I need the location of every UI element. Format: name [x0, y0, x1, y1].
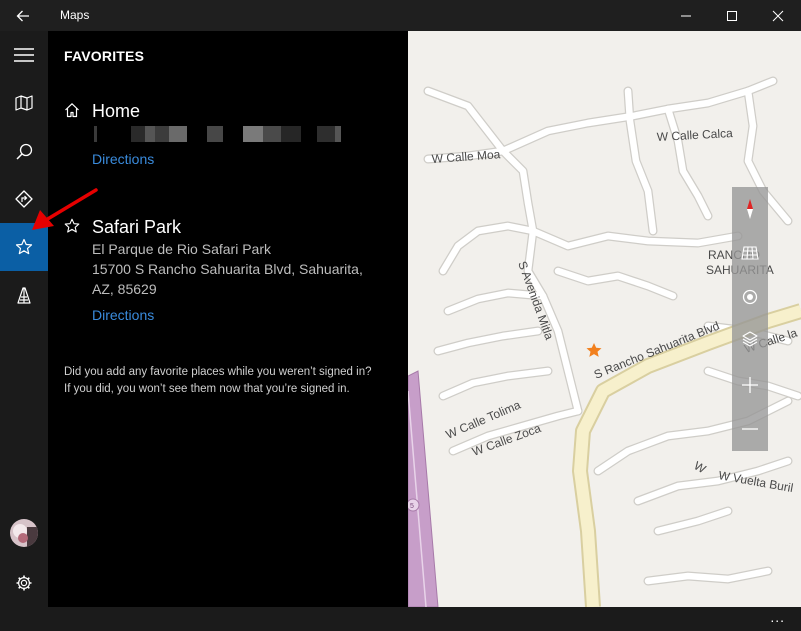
- settings-gear-icon: [16, 575, 32, 591]
- street-label: W Calle Moa: [431, 147, 501, 166]
- street-label: S Rancho Sahuarita Blvd: [592, 319, 722, 382]
- title-bar: Maps: [0, 0, 801, 31]
- settings-button[interactable]: [0, 559, 48, 607]
- route-shield-label: 5: [410, 503, 414, 510]
- account-avatar-button[interactable]: [0, 509, 48, 557]
- safari-park-directions-link[interactable]: Directions: [92, 307, 154, 323]
- street-label: W Vuelta Buril: [717, 468, 794, 495]
- redacted-home-address: [92, 126, 368, 142]
- more-options-button[interactable]: ...: [770, 609, 785, 625]
- nav-map[interactable]: [0, 79, 48, 127]
- close-icon: [772, 10, 784, 21]
- note-line: Did you add any favorite places while yo…: [64, 366, 372, 378]
- zoom-in-button[interactable]: [732, 365, 768, 405]
- tilt-grid-icon: [741, 246, 759, 260]
- back-button[interactable]: [0, 0, 46, 31]
- location-target-icon: [742, 289, 758, 305]
- favorite-name-home[interactable]: Home: [92, 101, 140, 122]
- show-my-location-button[interactable]: [732, 277, 768, 317]
- search-icon: [15, 143, 32, 160]
- plus-icon: [742, 377, 758, 393]
- nav-search[interactable]: [0, 127, 48, 175]
- close-button[interactable]: [755, 0, 801, 31]
- street-label: S Avenida Mitla: [515, 259, 556, 342]
- avatar: [10, 519, 38, 547]
- maximize-button[interactable]: [709, 0, 755, 31]
- 3d-cities-icon: [17, 287, 31, 304]
- hamburger-menu-button[interactable]: [0, 31, 48, 79]
- map-views-button[interactable]: [732, 319, 768, 359]
- maximize-icon: [727, 10, 737, 21]
- minimize-icon: [681, 15, 691, 16]
- map-icon: [15, 95, 33, 111]
- map-toolbar: [732, 187, 768, 451]
- street-label: W: [692, 458, 709, 476]
- zoom-out-button[interactable]: [732, 409, 768, 449]
- favorite-address-line: AZ, 85629: [92, 281, 157, 297]
- window-title: Maps: [60, 8, 90, 22]
- compass-button[interactable]: [732, 189, 768, 229]
- minimize-button[interactable]: [663, 0, 709, 31]
- favorite-address-line: El Parque de Rio Safari Park: [92, 241, 271, 257]
- note-line: If you did, you won’t see them now that …: [64, 383, 350, 395]
- nav-3d-cities[interactable]: [0, 271, 48, 319]
- favorites-star-icon: [15, 238, 33, 255]
- layers-icon: [742, 331, 758, 347]
- nav-rail: [0, 31, 48, 607]
- favorite-address-line: 15700 S Rancho Sahuarita Blvd, Sahuarita…: [92, 261, 363, 277]
- hamburger-menu-icon: [14, 48, 34, 62]
- back-arrow-icon: [16, 10, 29, 21]
- favorite-name-safari-park[interactable]: Safari Park: [92, 217, 181, 238]
- home-directions-link[interactable]: Directions: [92, 151, 154, 167]
- tilt-button[interactable]: [732, 233, 768, 273]
- home-icon: [65, 103, 79, 118]
- street-label: W Calle Calca: [656, 126, 733, 144]
- panel-heading: FAVORITES: [64, 48, 145, 64]
- compass-icon: [747, 199, 753, 219]
- favorites-panel: FAVORITES Home Directions Safari Park El…: [48, 31, 408, 607]
- status-bar: ...: [0, 607, 801, 631]
- red-annotation-arrow-icon: [32, 188, 98, 230]
- minus-icon: [742, 428, 758, 430]
- sign-in-note: Did you add any favorite places while yo…: [64, 364, 394, 398]
